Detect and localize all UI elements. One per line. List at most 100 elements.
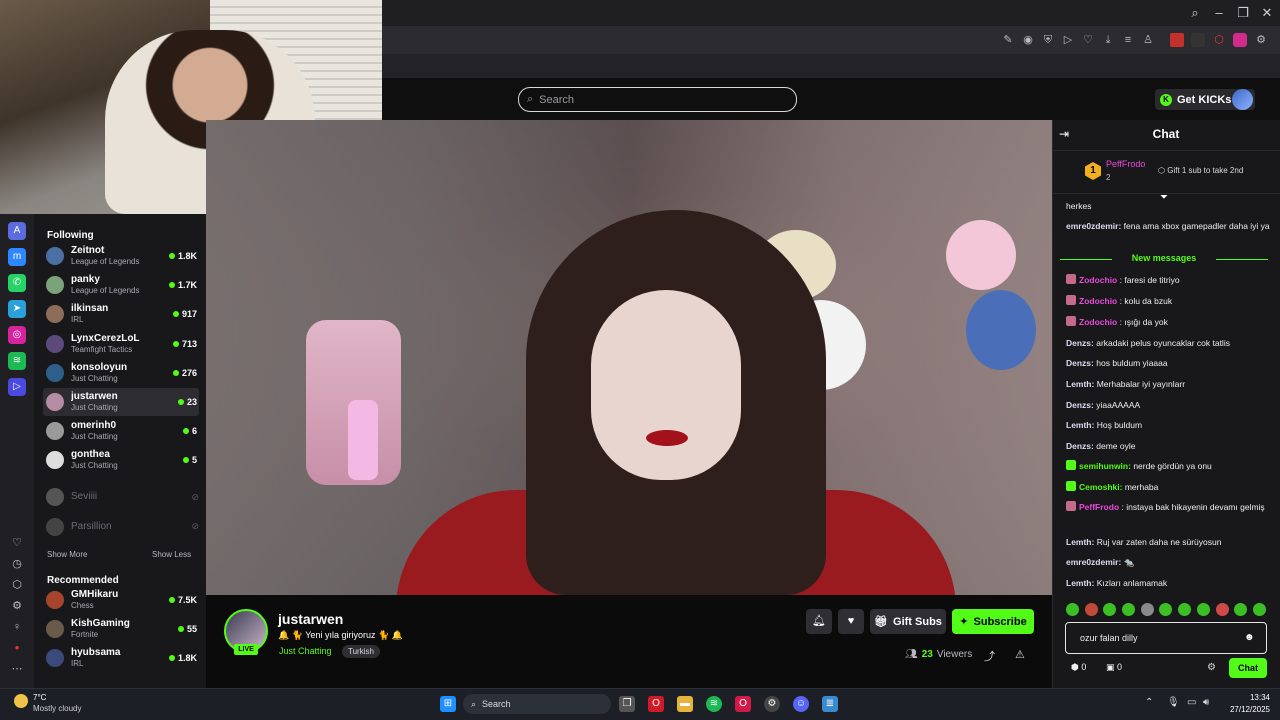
leaderboard-user[interactable]: PeffFrodo [1106, 159, 1145, 169]
gift-subs-button[interactable]: 🎁︎ Gift Subs [870, 609, 946, 634]
chat-settings-icon[interactable]: ⚙ [1207, 662, 1216, 673]
chat-username[interactable]: PeffFrodo [1079, 502, 1119, 512]
chat-username[interactable]: Zodochio [1079, 296, 1117, 306]
chat-username[interactable]: Lemth: [1066, 578, 1094, 588]
opera-icon[interactable]: O [648, 696, 664, 712]
sidebar-channel-hyubsama[interactable]: hyubsama IRL 1.8K [43, 644, 199, 672]
emote-icon[interactable] [1140, 603, 1154, 616]
emote-icon[interactable] [1159, 603, 1173, 616]
extension-icon[interactable] [1191, 33, 1205, 47]
minimize-icon[interactable]: – [1211, 5, 1227, 21]
follow-heart-button[interactable]: ♥ [838, 609, 864, 634]
emote-icon[interactable] [1122, 603, 1136, 616]
chat-username[interactable]: Denzs: [1066, 441, 1094, 451]
taskbar-search[interactable]: ⌕ Search [463, 694, 611, 714]
stream-tag[interactable]: Turkish [342, 645, 380, 658]
emote-icon[interactable] [1252, 603, 1266, 616]
bulb-icon[interactable]: ♀ [10, 620, 24, 634]
drops-counter[interactable]: ▣ 0 [1106, 662, 1122, 673]
clock-date[interactable]: 27/12/2025 [1220, 705, 1270, 714]
sidebar-channel-gmhikaru[interactable]: GMHikaru Chess 7.5K [43, 586, 199, 614]
chat-username[interactable]: Lemth: [1066, 537, 1094, 547]
chat-username[interactable]: Denzs: [1066, 338, 1094, 348]
discord-icon[interactable]: ☺ [793, 696, 809, 712]
chat-message-input[interactable]: ozur falan dilly [1065, 622, 1267, 654]
task-view-icon[interactable]: ❐ [619, 696, 635, 712]
menu-icon[interactable]: ≡ [1121, 33, 1135, 47]
camera-icon[interactable]: ◉ [1021, 33, 1035, 47]
chat-username[interactable]: Denzs: [1066, 400, 1094, 410]
emote-icon[interactable] [1196, 603, 1210, 616]
sidebar-channel-ilkinsan[interactable]: ilkinsan IRL 917 [43, 300, 199, 328]
sidebar-channel-omerinh0[interactable]: omerinh0 Just Chatting 6 [43, 417, 199, 445]
sidebar-channel-panky[interactable]: panky League of Legends 1.7K [43, 271, 199, 299]
close-icon[interactable]: ✕ [1259, 5, 1275, 21]
search-icon[interactable]: ⌕ [1187, 5, 1203, 21]
emote-icon[interactable] [1178, 603, 1192, 616]
history-icon[interactable]: ◷ [10, 557, 24, 571]
chat-username[interactable]: Zodochio [1079, 275, 1117, 285]
sidebar-channel-kishgaming[interactable]: KishGaming Fortnite 55 [43, 615, 199, 643]
ublock-icon[interactable]: ● [10, 641, 24, 655]
account-icon[interactable]: ♙ [1141, 33, 1155, 47]
volume-icon[interactable]: 🔊︎ [1203, 697, 1209, 708]
telegram-icon[interactable]: ➤ [8, 300, 26, 318]
heart-icon[interactable]: ♡ [1081, 33, 1095, 47]
windows-start-icon[interactable]: ⊞ [440, 696, 456, 712]
download-icon[interactable]: ⤓ [1101, 33, 1115, 47]
clock-time[interactable]: 13:34 [1236, 693, 1270, 702]
weather-icon[interactable] [14, 694, 28, 708]
instagram-icon[interactable]: ◎ [8, 326, 26, 344]
extension-icon[interactable]: ⬡ [1212, 33, 1226, 47]
messenger-icon[interactable]: m [8, 248, 26, 266]
tray-chevron-icon[interactable]: ⌃ [1145, 697, 1153, 708]
sidebar-channel-lynxcerezlol[interactable]: LynxCerezLoL Teamfight Tactics 713 [43, 330, 199, 358]
spotify-icon[interactable]: ≋ [8, 352, 26, 370]
emote-icon[interactable] [1084, 603, 1098, 616]
sidebar-channel-parsillion[interactable]: Parsillion ⊘ [43, 513, 199, 541]
file-explorer-icon[interactable]: ▬ [677, 696, 693, 712]
heart-icon[interactable]: ♡ [10, 536, 24, 550]
chat-username[interactable]: Denzs: [1066, 358, 1094, 368]
share-icon[interactable]: ⤴ [984, 648, 995, 664]
channel-points[interactable]: ⬢ 0 [1071, 662, 1086, 673]
shield-icon[interactable]: ⛨ [1041, 33, 1055, 47]
report-icon[interactable]: ⚠ [1015, 648, 1025, 661]
player-icon[interactable]: ▷ [8, 378, 26, 396]
play-icon[interactable]: ▷ [1061, 33, 1075, 47]
weather-description[interactable]: Mostly cloudy [33, 704, 81, 713]
opera-gx-icon[interactable]: O [735, 696, 751, 712]
streamer-name[interactable]: justarwen [278, 611, 343, 627]
emoji-picker-icon[interactable]: ☻ [1244, 632, 1255, 643]
sidebar-channel-gonthea[interactable]: gonthea Just Chatting 5 [43, 446, 199, 474]
restore-icon[interactable]: ❐ [1235, 5, 1251, 21]
subscribe-button[interactable]: ✦ Subscribe [952, 609, 1034, 634]
emote-icon[interactable] [1215, 603, 1229, 616]
send-chat-button[interactable]: Chat [1229, 658, 1267, 678]
user-avatar[interactable] [1232, 89, 1253, 110]
show-less-link[interactable]: Show Less [152, 550, 191, 559]
sidebar-channel-justarwen[interactable]: justarwen Just Chatting 23 [43, 388, 199, 416]
whatsapp-icon[interactable]: ✆ [8, 274, 26, 292]
sidebar-channel-seviiii[interactable]: Seviiii ⊘ [43, 483, 199, 511]
stream-category[interactable]: Just Chatting [279, 646, 332, 656]
steam-icon[interactable]: ⚙ [764, 696, 780, 712]
gift-sub-prompt[interactable]: ⬡ Gift 1 sub to take 2nd [1158, 166, 1243, 175]
extensions-puzzle-icon[interactable]: ⚙ [1254, 33, 1268, 47]
settings-icon[interactable]: ⚙ [10, 599, 24, 613]
chat-username[interactable]: Cemoshki: [1079, 482, 1122, 492]
show-more-link[interactable]: Show More [47, 550, 87, 559]
extension-icon[interactable] [1170, 33, 1184, 47]
box-icon[interactable]: ⬡ [10, 578, 24, 592]
chat-username[interactable]: emre0zdemir: [1066, 221, 1121, 231]
chat-username[interactable]: Zodochio [1079, 317, 1117, 327]
search-input[interactable]: ⌕ Search [518, 87, 797, 112]
spotify-icon[interactable]: ≋ [706, 696, 722, 712]
emote-icon[interactable] [1103, 603, 1117, 616]
aria-icon[interactable]: A [8, 222, 26, 240]
ublock-icon[interactable] [1233, 33, 1247, 47]
network-icon[interactable]: ▭ [1187, 697, 1196, 708]
chat-username[interactable]: emre0zdemir: [1066, 557, 1121, 567]
notification-bell-button[interactable]: 🔔︎ [806, 609, 832, 634]
edit-icon[interactable]: ✎ [1001, 33, 1015, 47]
